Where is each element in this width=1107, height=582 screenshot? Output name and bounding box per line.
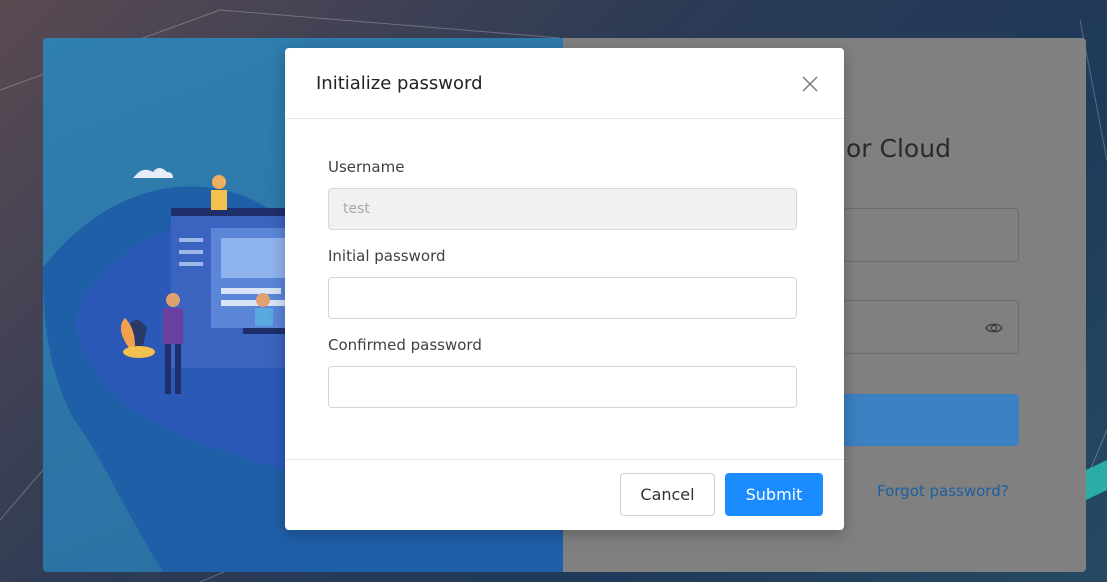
form-item-confirmed-password: Confirmed password bbox=[328, 336, 801, 408]
confirmed-password-label: Confirmed password bbox=[328, 336, 482, 354]
login-password-field[interactable] bbox=[843, 300, 1019, 354]
form-item-initial-password: Initial password bbox=[328, 247, 801, 319]
username-label: Username bbox=[328, 158, 405, 176]
login-username-field[interactable] bbox=[843, 208, 1019, 262]
username-input[interactable] bbox=[328, 188, 797, 230]
initial-password-label: Initial password bbox=[328, 247, 446, 265]
confirmed-password-input[interactable] bbox=[328, 366, 797, 408]
cancel-button[interactable]: Cancel bbox=[620, 473, 715, 516]
modal-title: Initialize password bbox=[316, 73, 483, 94]
initialize-password-modal: Initialize password Username Initial pas… bbox=[285, 48, 844, 530]
close-icon[interactable] bbox=[800, 74, 820, 94]
modal-footer: Cancel Submit bbox=[285, 459, 844, 530]
modal-body: Username Initial password Confirmed pass… bbox=[285, 119, 844, 408]
submit-button[interactable]: Submit bbox=[725, 473, 823, 516]
forgot-password-link[interactable]: Forgot password? bbox=[877, 482, 1009, 500]
initial-password-input[interactable] bbox=[328, 277, 797, 319]
login-title: or Cloud bbox=[846, 134, 951, 163]
eye-icon[interactable] bbox=[984, 318, 1004, 338]
form-item-username: Username bbox=[328, 158, 801, 230]
modal-header: Initialize password bbox=[285, 48, 844, 119]
login-button[interactable] bbox=[843, 394, 1019, 446]
